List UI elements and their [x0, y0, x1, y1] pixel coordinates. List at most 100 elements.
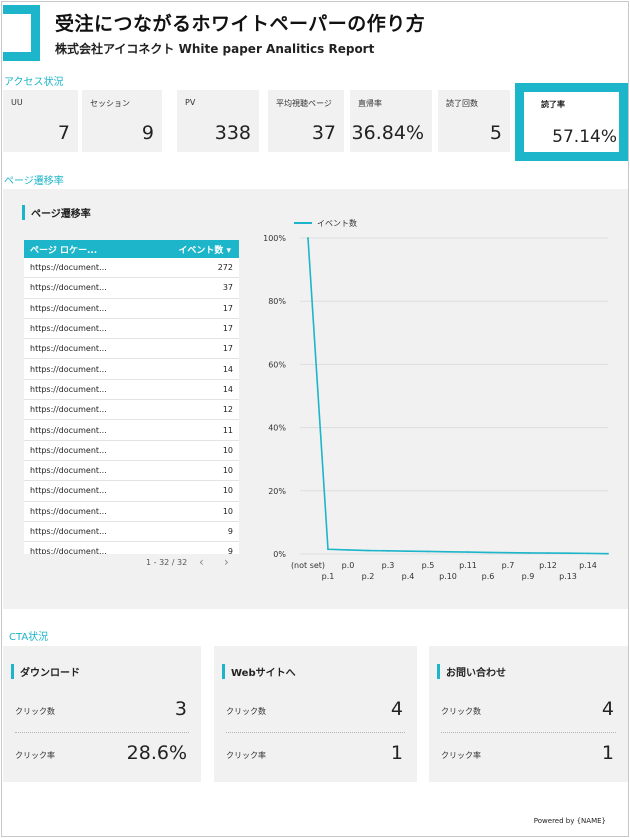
x-tick-label: p.2	[362, 572, 375, 581]
kpi-card-uu: UU 7	[3, 90, 78, 152]
x-tick-label: p.3	[382, 561, 395, 570]
click-rate-value: 1	[601, 742, 614, 764]
column-header-page[interactable]: ページ ロケー...	[30, 243, 97, 256]
y-tick-label: 0%	[273, 550, 286, 559]
kpi-value: 57.14%	[552, 127, 617, 147]
data-point	[587, 552, 589, 555]
y-tick-label: 40%	[268, 424, 286, 433]
kpi-card-bounce-rate: 直帰率 36.84%	[350, 90, 432, 152]
table-row[interactable]: https://document... 17	[24, 319, 239, 340]
data-point	[327, 548, 329, 551]
pager-text: 1 - 32 / 32	[146, 558, 188, 567]
event-count-cell: 17	[222, 303, 233, 313]
click-rate-label: クリック率	[15, 751, 55, 760]
data-point	[407, 550, 409, 553]
table-row[interactable]: https://document... 17	[24, 339, 239, 360]
bracket-logo-icon	[3, 5, 40, 61]
click-rate-value: 28.6%	[126, 742, 187, 764]
access-section-label: アクセス状況	[4, 77, 64, 88]
y-tick-label: 100%	[263, 234, 286, 243]
x-tick-label: p.0	[342, 561, 355, 570]
cta-card-website: Webサイトへ クリック数 4 クリック率 1	[214, 646, 417, 782]
event-count-cell: 17	[222, 344, 233, 354]
panel-title: ページ遷移率	[22, 205, 91, 220]
y-tick-label: 80%	[268, 297, 286, 306]
event-count-cell: 12	[222, 405, 233, 415]
page-location-cell: https://document...	[30, 405, 107, 415]
x-tick-label: p.11	[459, 561, 477, 570]
data-point	[487, 551, 489, 554]
event-count-cell: 272	[217, 263, 233, 273]
page-events-table: ページ ロケー... イベント数 ▾ https://document... 27…	[24, 240, 239, 554]
page-location-cell: https://document...	[30, 263, 107, 273]
kpi-value: 5	[489, 122, 502, 144]
data-point	[567, 552, 569, 555]
event-count-cell: 10	[222, 466, 233, 476]
table-row[interactable]: https://document... 37	[24, 278, 239, 299]
page-location-cell: https://document...	[30, 425, 107, 435]
cta-section-label: CTA状況	[9, 632, 49, 643]
table-row[interactable]: https://document... 14	[24, 359, 239, 380]
click-rate-value: 1	[390, 742, 403, 764]
click-count-value: 4	[601, 698, 614, 720]
click-count-label: クリック数	[226, 707, 266, 716]
table-body: https://document... 272 https://document..…	[24, 258, 239, 554]
next-page-icon[interactable]: ›	[224, 555, 229, 569]
event-count-cell: 37	[222, 283, 233, 293]
kpi-label: 読了回数	[446, 99, 478, 108]
table-row[interactable]: https://document... 10	[24, 441, 239, 461]
kpi-value: 9	[141, 122, 154, 144]
legend-label: イベント数	[317, 218, 357, 228]
event-count-cell: 9	[227, 547, 233, 554]
kpi-label: 読了率	[541, 100, 565, 109]
table-row[interactable]: https://document... 12	[24, 400, 239, 421]
table-row[interactable]: https://document... 9	[24, 522, 239, 543]
event-count-cell: 14	[222, 384, 233, 394]
table-row[interactable]: https://document... 14	[24, 380, 239, 401]
cta-card-title: Webサイトへ	[222, 664, 296, 679]
data-point	[547, 552, 549, 554]
event-count-cell: 14	[222, 364, 233, 374]
kpi-label: 直帰率	[358, 99, 382, 108]
divider	[441, 732, 616, 733]
kpi-card-pv: PV 338	[177, 90, 259, 152]
event-count-cell: 10	[222, 506, 233, 516]
x-tick-label: p.12	[539, 561, 557, 570]
cta-card-title: お問い合わせ	[437, 664, 506, 679]
data-point	[367, 549, 369, 552]
page-transition-section-label: ページ遷移率	[4, 176, 64, 187]
kpi-label: 平均視聴ページ	[276, 99, 332, 108]
x-tick-label: p.7	[502, 561, 515, 570]
y-tick-label: 60%	[268, 360, 286, 369]
x-tick-label: p.13	[559, 572, 577, 581]
page-location-cell: https://document...	[30, 466, 107, 476]
table-row[interactable]: https://document... 11	[24, 420, 239, 441]
click-count-label: クリック数	[15, 707, 55, 716]
kpi-label: UU	[11, 98, 23, 107]
divider	[226, 732, 405, 733]
kpi-card-sessions: セッション 9	[82, 90, 162, 152]
data-point	[427, 550, 429, 553]
kpi-value: 7	[57, 122, 70, 144]
table-header: ページ ロケー... イベント数 ▾	[24, 240, 239, 258]
divider	[15, 732, 189, 733]
click-count-value: 3	[174, 698, 187, 720]
table-row[interactable]: https://document... 17	[24, 299, 239, 319]
click-rate-label: クリック率	[226, 751, 266, 760]
cta-card-title: ダウンロード	[11, 664, 80, 679]
table-row[interactable]: https://document... 272	[24, 258, 239, 279]
table-row[interactable]: https://document... 10	[24, 461, 239, 482]
data-point	[507, 551, 509, 554]
table-row[interactable]: https://document... 10	[24, 502, 239, 522]
event-count-cell: 9	[227, 527, 233, 536]
cta-card-download: ダウンロード クリック数 3 クリック率 28.6%	[3, 646, 201, 782]
page-location-cell: https://document...	[30, 547, 107, 554]
table-row[interactable]: https://document... 10	[24, 481, 239, 502]
column-header-events[interactable]: イベント数 ▾	[178, 243, 231, 256]
x-tick-label: p.10	[439, 572, 457, 581]
prev-page-icon[interactable]: ‹	[199, 555, 204, 569]
report-subtitle: 株式会社アイコネクト White paper Analitics Report	[55, 42, 375, 56]
y-tick-label: 20%	[268, 487, 286, 496]
page-location-cell: https://document...	[30, 445, 107, 455]
table-row[interactable]: https://document... 9	[24, 542, 239, 554]
